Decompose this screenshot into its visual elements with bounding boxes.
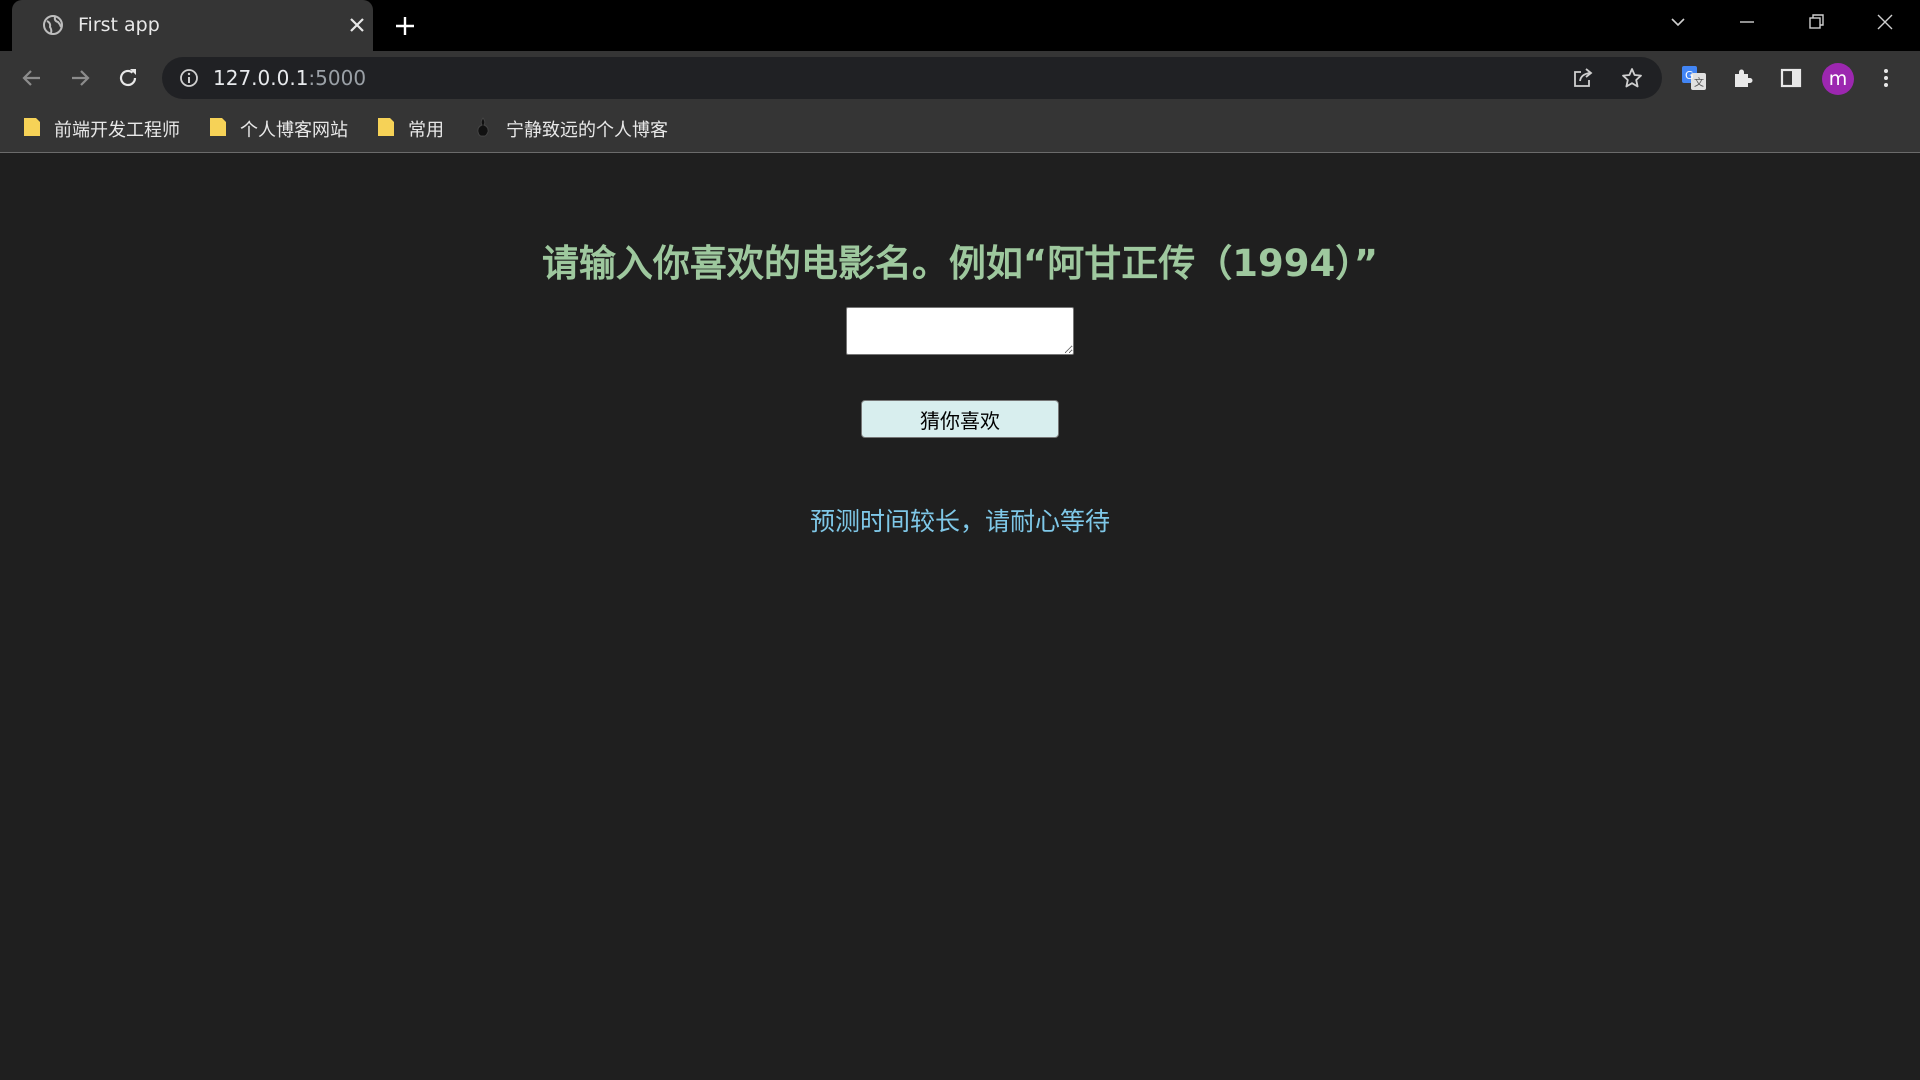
url-port: :5000 [308, 66, 367, 90]
guess-you-like-button[interactable]: 猜你喜欢 [861, 400, 1059, 438]
profile-avatar[interactable]: m [1822, 63, 1854, 95]
address-url[interactable]: 127.0.0.1:5000 [213, 66, 366, 90]
share-icon[interactable] [1572, 67, 1594, 89]
bookmark-folder-common[interactable]: 常用 [376, 115, 444, 143]
menu-kebab-icon[interactable] [1872, 64, 1900, 92]
wait-notice: 预测时间较长，请耐心等待 [809, 507, 1110, 536]
browser-tab[interactable]: First app [12, 0, 373, 51]
svg-text:文: 文 [1694, 76, 1704, 89]
folder-icon [22, 116, 42, 142]
address-bar[interactable]: 127.0.0.1:5000 [162, 57, 1662, 99]
bookmark-label: 前端开发工程师 [54, 120, 180, 141]
bookmark-folder-frontend[interactable]: 前端开发工程师 [22, 115, 180, 143]
restore-icon[interactable] [1798, 9, 1834, 35]
page-heading: 请输入你喜欢的电影名。例如“阿甘正传（1994）” [541, 242, 1379, 285]
bookmark-label: 宁静致远的个人博客 [506, 120, 668, 141]
close-tab-icon[interactable] [347, 15, 367, 35]
site-info-icon[interactable] [179, 68, 199, 88]
tab-strip: First app [0, 0, 1920, 51]
url-host: 127.0.0.1 [213, 66, 309, 90]
folder-icon [376, 116, 396, 142]
side-panel-icon[interactable] [1777, 64, 1805, 92]
globe-icon [43, 15, 63, 35]
page-content: 请输入你喜欢的电影名。例如“阿甘正传（1994）” 猜你喜欢 预测时间较长，请耐… [0, 154, 1920, 1080]
minimize-icon[interactable] [1729, 9, 1765, 35]
site-favicon-icon [472, 116, 494, 142]
bookmark-folder-blog-sites[interactable]: 个人博客网站 [208, 115, 348, 143]
extensions-puzzle-icon[interactable] [1729, 64, 1757, 92]
svg-text:G: G [1685, 69, 1694, 82]
browser-toolbar: 127.0.0.1:5000 G 文 m [0, 51, 1920, 105]
folder-icon [208, 116, 228, 142]
forward-arrow-icon[interactable] [66, 64, 94, 92]
bookmarks-bar: 前端开发工程师 个人博客网站 常用 宁静致远的个人博客 [0, 105, 1920, 153]
reload-icon[interactable] [114, 64, 142, 92]
tab-title: First app [78, 14, 160, 36]
bookmark-star-icon[interactable] [1621, 67, 1643, 89]
bookmark-label: 个人博客网站 [240, 120, 348, 141]
back-arrow-icon[interactable] [18, 64, 46, 92]
bookmark-label: 常用 [408, 120, 444, 141]
tab-search-chevron-icon[interactable] [1660, 9, 1696, 35]
movie-name-input[interactable] [846, 307, 1074, 355]
translate-icon[interactable]: G 文 [1680, 64, 1708, 92]
close-window-icon[interactable] [1867, 9, 1903, 35]
bookmark-personal-blog[interactable]: 宁静致远的个人博客 [472, 115, 668, 143]
new-tab-icon[interactable] [393, 14, 417, 38]
